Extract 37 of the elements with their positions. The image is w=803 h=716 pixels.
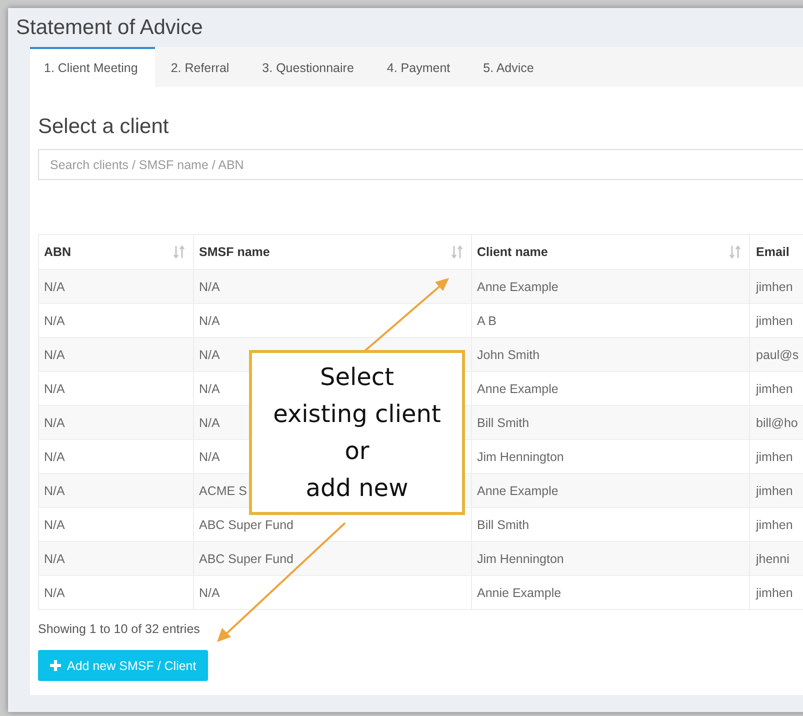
callout-text: add new bbox=[306, 472, 408, 504]
table-cell: Annie Example bbox=[472, 576, 750, 610]
table-cell: Anne Example bbox=[472, 474, 750, 508]
table-cell: Anne Example bbox=[472, 270, 750, 304]
table-cell: N/A bbox=[38, 406, 194, 440]
table-cell: Bill Smith bbox=[472, 406, 750, 440]
table-cell: N/A bbox=[38, 576, 194, 610]
sort-icon[interactable] bbox=[451, 245, 463, 259]
table-cell: N/A bbox=[194, 576, 472, 610]
table-cell: jimhen bbox=[750, 474, 803, 508]
tab[interactable]: 2. Referral bbox=[156, 47, 246, 87]
column-header[interactable]: Client name bbox=[472, 234, 750, 270]
table-cell: John Smith bbox=[472, 338, 750, 372]
column-header[interactable]: ABN bbox=[38, 234, 194, 270]
table-cell: Jim Hennington bbox=[472, 542, 750, 576]
tab[interactable]: 3. Questionnaire bbox=[248, 47, 371, 87]
table-cell: N/A bbox=[38, 474, 194, 508]
column-header[interactable]: SMSF name bbox=[194, 234, 472, 270]
table-cell: paul@s bbox=[750, 338, 803, 372]
plus-icon bbox=[50, 660, 61, 671]
tab[interactable]: 1. Client Meeting bbox=[30, 47, 155, 87]
entries-info: Showing 1 to 10 of 32 entries bbox=[38, 622, 201, 636]
sort-icon[interactable] bbox=[173, 245, 185, 259]
table-cell: N/A bbox=[194, 270, 472, 304]
search-field[interactable]: Search clients / SMSF name / ABN bbox=[38, 149, 803, 180]
table-cell: ABC Super Fund bbox=[194, 542, 472, 576]
table-cell: N/A bbox=[38, 338, 194, 372]
sort-icon[interactable] bbox=[729, 245, 741, 259]
window-title: Statement of Advice bbox=[15, 15, 204, 41]
table-cell: jimhen bbox=[750, 270, 803, 304]
tab[interactable]: 4. Payment bbox=[372, 47, 468, 87]
table-cell: bill@ho bbox=[750, 406, 803, 440]
section-heading: Select a client bbox=[38, 114, 170, 140]
table-cell: N/A bbox=[38, 270, 194, 304]
tab[interactable]: 5. Advice bbox=[469, 47, 551, 87]
table-cell: N/A bbox=[38, 542, 194, 576]
table-cell: jhenni bbox=[750, 542, 803, 576]
